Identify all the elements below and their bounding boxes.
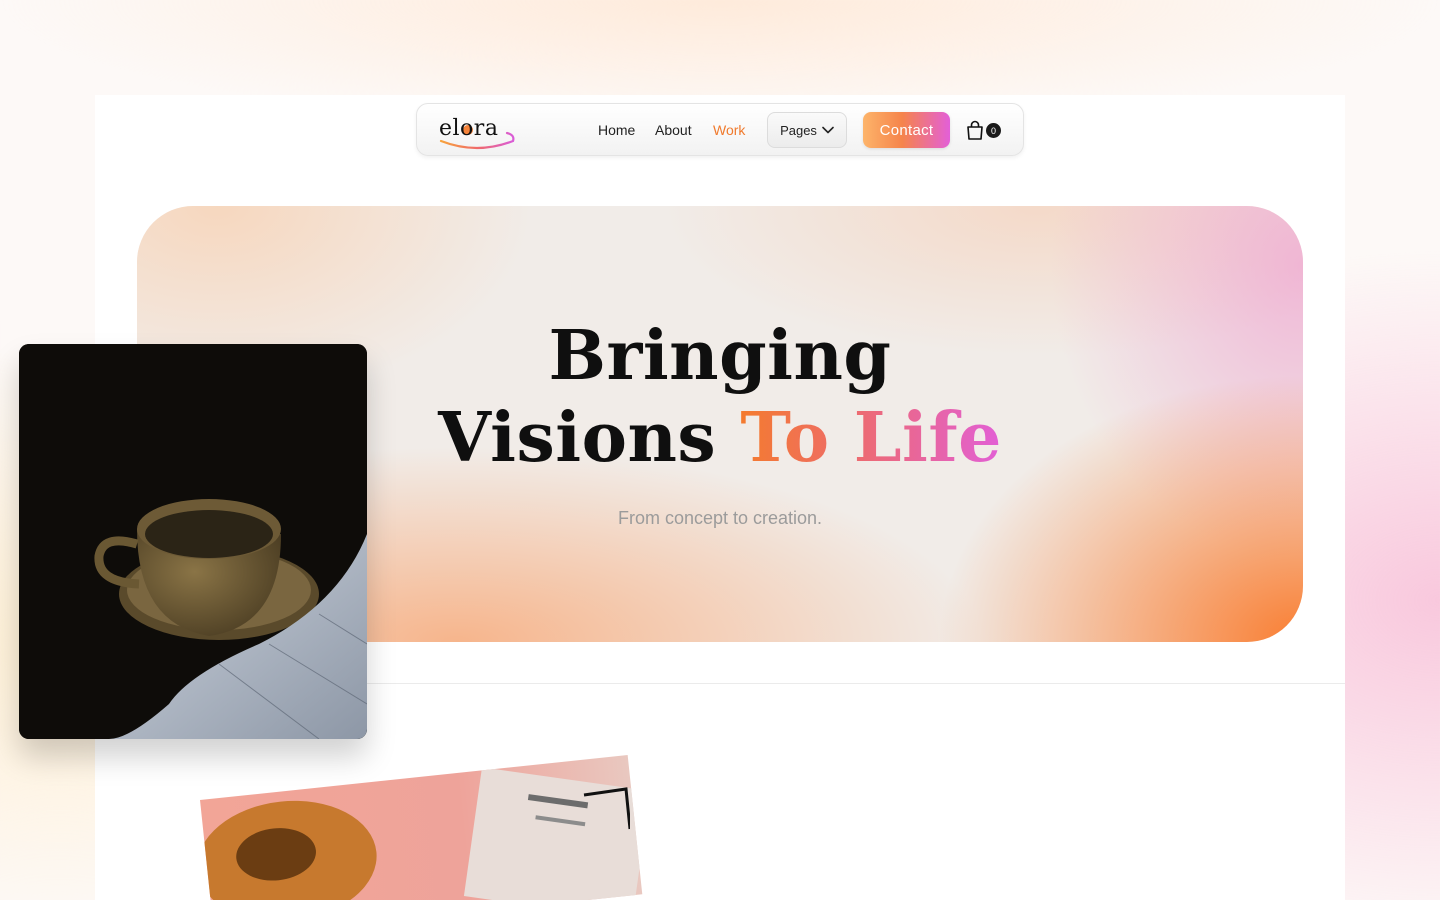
coffee-cup-image	[19, 344, 367, 739]
logo[interactable]: elora	[437, 113, 517, 150]
hero-title-accent: To Life	[740, 398, 1002, 478]
nav-home-link[interactable]: Home	[598, 122, 635, 138]
nav-work-link[interactable]: Work	[713, 122, 745, 138]
pages-label: Pages	[780, 122, 817, 138]
nav-about-link[interactable]: About	[655, 122, 692, 138]
chevron-down-icon	[822, 126, 834, 134]
hero-title-plain: Visions	[438, 398, 717, 478]
coffee-cup-photo	[19, 344, 367, 739]
pages-dropdown-button[interactable]: Pages	[767, 112, 847, 148]
cart-button[interactable]: 0	[966, 120, 1006, 142]
corner-bracket-icon	[583, 787, 630, 830]
contact-button[interactable]: Contact	[863, 112, 950, 148]
cart-count-badge: 0	[986, 123, 1001, 138]
navbar: elora Home About Work Pages Contact 0	[416, 103, 1024, 156]
logo-text: elora	[439, 116, 499, 141]
shopping-bag-icon	[967, 120, 983, 140]
